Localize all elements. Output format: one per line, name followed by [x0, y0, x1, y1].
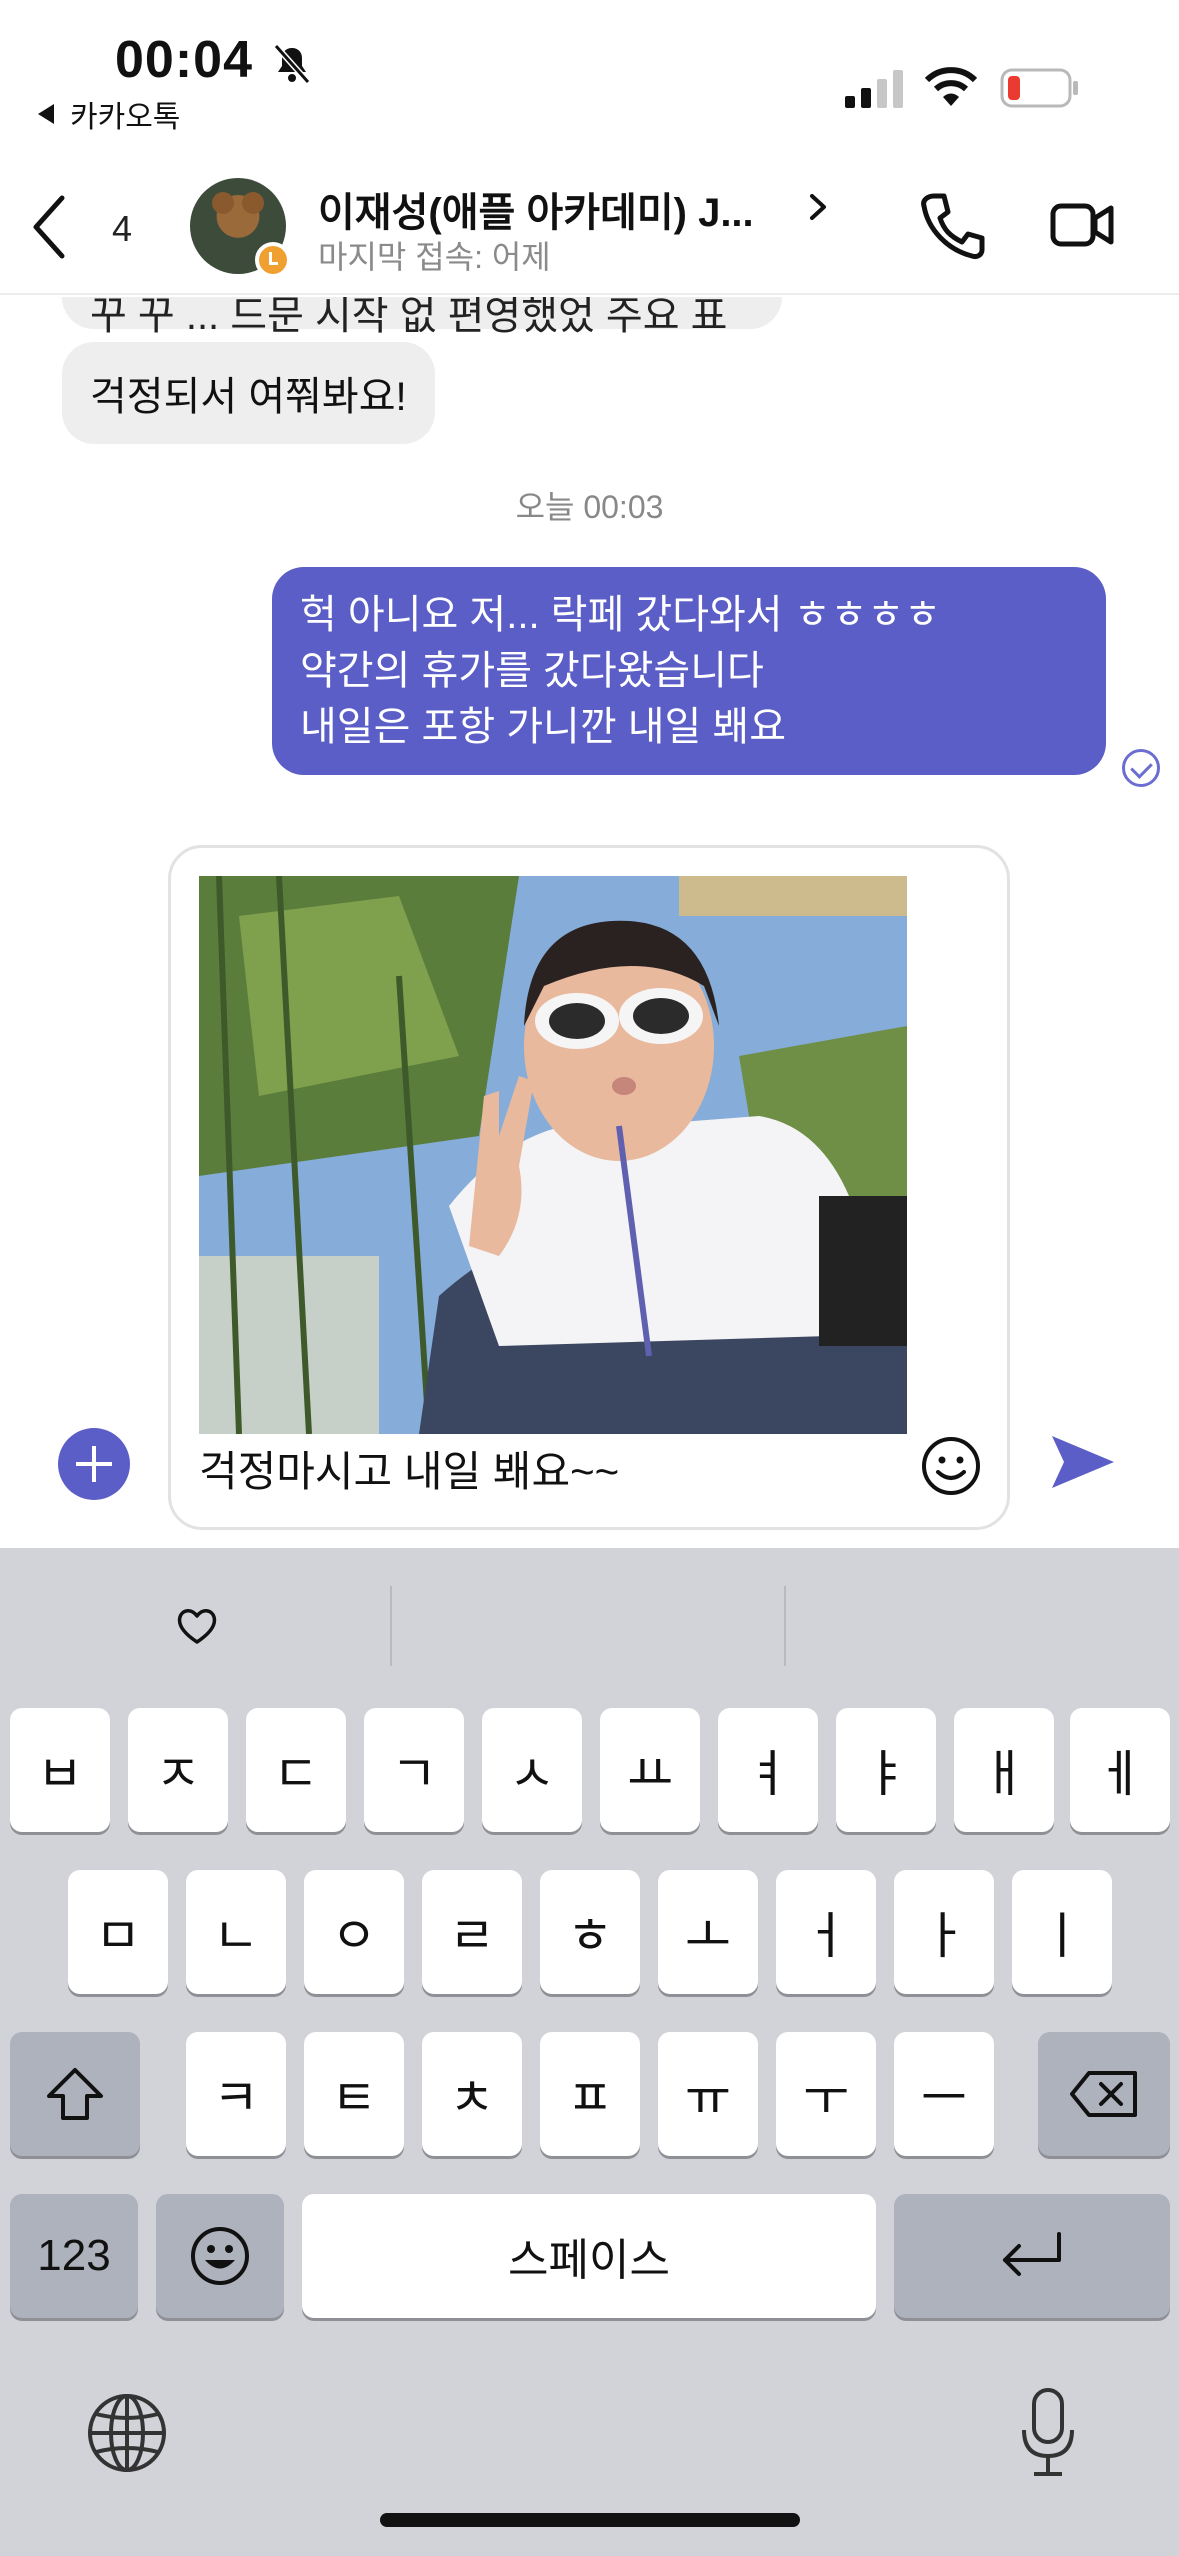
battery-icon — [1000, 68, 1078, 108]
back-app-label: 카카오톡 — [70, 101, 181, 134]
suggestion-divider — [390, 1586, 392, 1666]
message-line: 내일은 포항 가니깐 내일 봬요 — [300, 705, 787, 749]
contact-name[interactable]: 이재성(애플 아카데미) J... — [318, 180, 754, 238]
key[interactable]: ㄴ — [186, 1870, 286, 1994]
key[interactable]: ㅏ — [894, 1870, 994, 1994]
return-key[interactable] — [894, 2194, 1170, 2318]
key[interactable]: ㅌ — [304, 2032, 404, 2156]
shift-icon — [47, 2068, 103, 2120]
last-seen-text: 마지막 접속: 어제 — [318, 239, 551, 275]
suggestion-divider — [784, 1586, 786, 1666]
message-line: 약간의 휴가를 갔다왔습니다 — [300, 649, 764, 693]
shift-key[interactable] — [10, 2032, 140, 2156]
read-check-icon — [1122, 749, 1160, 787]
send-icon[interactable] — [1050, 1432, 1116, 1492]
back-to-app-link[interactable]: 카카오톡 — [38, 92, 180, 136]
status-badge — [255, 242, 291, 278]
status-time: 00:04 — [115, 31, 253, 89]
phone-call-icon[interactable] — [918, 190, 986, 262]
wifi-icon — [925, 67, 977, 106]
key[interactable]: ㅣ — [1012, 1870, 1112, 1994]
key[interactable]: ㅂ — [10, 1708, 110, 1832]
emoji-key[interactable] — [156, 2194, 284, 2318]
status-bar: 00:04 카카오톡 — [0, 0, 1179, 150]
message-text: 걱정되서 여쭤봐요! — [90, 375, 407, 419]
key[interactable]: ㄱ — [364, 1708, 464, 1832]
backspace-key[interactable] — [1038, 2032, 1170, 2156]
key[interactable]: ㅜ — [776, 2032, 876, 2156]
outgoing-message-bubble[interactable]: 헉 아니요 저... 락페 갔다와서 ㅎㅎㅎㅎ 약간의 휴가를 갔다왔습니다 내… — [272, 567, 1106, 775]
emoji-keyboard-icon — [191, 2227, 249, 2285]
key[interactable]: ㅗ — [658, 1870, 758, 1994]
key[interactable]: ㅊ — [422, 2032, 522, 2156]
bell-off-icon — [273, 44, 311, 84]
message-composer[interactable]: 걱정마시고 내일 봬요~~ — [168, 845, 1010, 1530]
incoming-message-bubble[interactable]: 걱정되서 여쭤봐요! — [62, 342, 435, 444]
message-list[interactable]: 꾸 꾸 ... 드문 시작 없 편영했었 주요 표 걱정되서 여쭤봐요! 오늘 … — [0, 297, 1179, 817]
heart-icon[interactable] — [176, 1606, 218, 1646]
key[interactable]: ㅇ — [304, 1870, 404, 1994]
key[interactable]: ㅁ — [68, 1870, 168, 1994]
key[interactable]: ㅓ — [776, 1870, 876, 1994]
attached-photo[interactable] — [199, 876, 907, 1434]
composer-input[interactable]: 걱정마시고 내일 봬요~~ — [199, 1438, 619, 1499]
key[interactable]: ㅠ — [658, 2032, 758, 2156]
message-text: 꾸 꾸 ... 드문 시작 없 편영했었 주요 표 — [90, 297, 728, 338]
message-line: 헉 아니요 저... 락페 갔다와서 ㅎㅎㅎㅎ — [300, 593, 941, 637]
date-separator: 오늘 00:03 — [515, 489, 664, 525]
cellular-signal-icon — [845, 70, 903, 108]
key[interactable]: ㅍ — [540, 2032, 640, 2156]
incoming-message-bubble[interactable]: 꾸 꾸 ... 드문 시작 없 편영했었 주요 표 — [62, 297, 782, 338]
backspace-icon — [1070, 2071, 1137, 2117]
key[interactable]: ㄷ — [246, 1708, 346, 1832]
key[interactable]: ㅔ — [1070, 1708, 1170, 1832]
video-call-icon[interactable] — [1050, 200, 1114, 250]
home-indicator[interactable] — [380, 2513, 800, 2527]
emoji-icon[interactable] — [921, 1436, 981, 1496]
add-attachment-button[interactable] — [58, 1428, 130, 1500]
key[interactable]: ㅅ — [482, 1708, 582, 1832]
key[interactable]: ㅐ — [954, 1708, 1054, 1832]
suggestion-bar — [0, 1548, 1179, 1688]
avatar-ear — [242, 192, 264, 214]
back-chevron-icon[interactable] — [28, 192, 68, 262]
chevron-right-icon[interactable] — [808, 192, 828, 222]
key[interactable]: ㄹ — [422, 1870, 522, 1994]
key[interactable]: ㅈ — [128, 1708, 228, 1832]
globe-icon[interactable] — [86, 2392, 168, 2474]
key[interactable]: ㅎ — [540, 1870, 640, 1994]
avatar-ear — [212, 192, 234, 214]
numbers-key[interactable]: 123 — [10, 2194, 138, 2318]
key[interactable]: ㅛ — [600, 1708, 700, 1832]
key[interactable]: ㅕ — [718, 1708, 818, 1832]
microphone-icon[interactable] — [1018, 2386, 1078, 2480]
return-icon — [1003, 2232, 1061, 2276]
back-triangle-icon — [38, 104, 54, 124]
chat-header: 4 이재성(애플 아카데미) J... 마지막 접속: 어제 — [0, 160, 1179, 295]
key[interactable]: ㅋ — [186, 2032, 286, 2156]
key[interactable]: ㅡ — [894, 2032, 994, 2156]
space-key[interactable]: 스페이스 — [302, 2194, 876, 2318]
unread-count: 4 — [112, 208, 133, 249]
key[interactable]: ㅑ — [836, 1708, 936, 1832]
